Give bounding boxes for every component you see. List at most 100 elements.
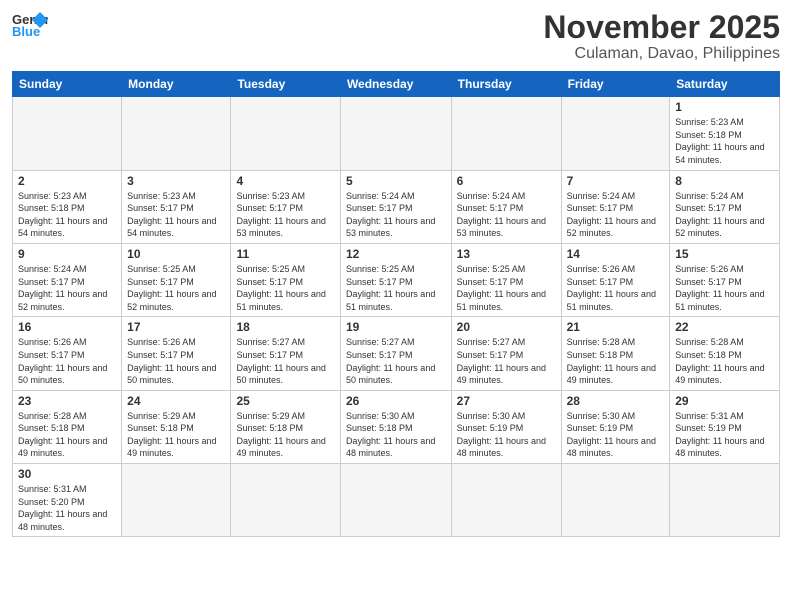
calendar-cell: 24 Sunrise: 5:29 AMSunset: 5:18 PMDaylig… (122, 390, 231, 463)
day-info: Sunrise: 5:23 AMSunset: 5:18 PMDaylight:… (18, 190, 116, 240)
day-number: 15 (675, 247, 774, 261)
day-info: Sunrise: 5:24 AMSunset: 5:17 PMDaylight:… (457, 190, 556, 240)
calendar-cell (670, 464, 780, 537)
calendar-cell: 30 Sunrise: 5:31 AMSunset: 5:20 PMDaylig… (13, 464, 122, 537)
calendar-cell: 10 Sunrise: 5:25 AMSunset: 5:17 PMDaylig… (122, 243, 231, 316)
header: General Blue November 2025 Culaman, Dava… (12, 10, 780, 63)
calendar-cell: 5 Sunrise: 5:24 AMSunset: 5:17 PMDayligh… (340, 170, 451, 243)
day-number: 28 (567, 394, 665, 408)
day-info: Sunrise: 5:23 AMSunset: 5:17 PMDaylight:… (236, 190, 334, 240)
calendar-cell: 3 Sunrise: 5:23 AMSunset: 5:17 PMDayligh… (122, 170, 231, 243)
svg-text:Blue: Blue (12, 24, 40, 38)
calendar-row: 2 Sunrise: 5:23 AMSunset: 5:18 PMDayligh… (13, 170, 780, 243)
calendar-cell (122, 464, 231, 537)
day-number: 10 (127, 247, 225, 261)
calendar-cell (122, 97, 231, 170)
day-number: 29 (675, 394, 774, 408)
day-number: 26 (346, 394, 446, 408)
day-number: 20 (457, 320, 556, 334)
day-info: Sunrise: 5:30 AMSunset: 5:19 PMDaylight:… (567, 410, 665, 460)
calendar-cell: 29 Sunrise: 5:31 AMSunset: 5:19 PMDaylig… (670, 390, 780, 463)
calendar-cell: 4 Sunrise: 5:23 AMSunset: 5:17 PMDayligh… (231, 170, 340, 243)
calendar-cell (451, 97, 561, 170)
calendar-cell: 22 Sunrise: 5:28 AMSunset: 5:18 PMDaylig… (670, 317, 780, 390)
day-number: 13 (457, 247, 556, 261)
calendar-cell (231, 464, 340, 537)
day-info: Sunrise: 5:29 AMSunset: 5:18 PMDaylight:… (236, 410, 334, 460)
day-number: 14 (567, 247, 665, 261)
day-info: Sunrise: 5:31 AMSunset: 5:20 PMDaylight:… (18, 483, 116, 533)
day-info: Sunrise: 5:28 AMSunset: 5:18 PMDaylight:… (675, 336, 774, 386)
day-number: 22 (675, 320, 774, 334)
page: General Blue November 2025 Culaman, Dava… (0, 0, 792, 612)
day-info: Sunrise: 5:26 AMSunset: 5:17 PMDaylight:… (567, 263, 665, 313)
day-number: 25 (236, 394, 334, 408)
day-number: 17 (127, 320, 225, 334)
day-number: 23 (18, 394, 116, 408)
day-number: 19 (346, 320, 446, 334)
calendar-cell: 1 Sunrise: 5:23 AMSunset: 5:18 PMDayligh… (670, 97, 780, 170)
calendar-cell: 15 Sunrise: 5:26 AMSunset: 5:17 PMDaylig… (670, 243, 780, 316)
header-saturday: Saturday (670, 72, 780, 97)
calendar-row: 23 Sunrise: 5:28 AMSunset: 5:18 PMDaylig… (13, 390, 780, 463)
day-number: 4 (236, 174, 334, 188)
day-number: 12 (346, 247, 446, 261)
day-info: Sunrise: 5:26 AMSunset: 5:17 PMDaylight:… (18, 336, 116, 386)
header-tuesday: Tuesday (231, 72, 340, 97)
day-info: Sunrise: 5:26 AMSunset: 5:17 PMDaylight:… (675, 263, 774, 313)
calendar-cell: 2 Sunrise: 5:23 AMSunset: 5:18 PMDayligh… (13, 170, 122, 243)
calendar-cell: 25 Sunrise: 5:29 AMSunset: 5:18 PMDaylig… (231, 390, 340, 463)
day-info: Sunrise: 5:28 AMSunset: 5:18 PMDaylight:… (567, 336, 665, 386)
day-number: 24 (127, 394, 225, 408)
header-wednesday: Wednesday (340, 72, 451, 97)
day-info: Sunrise: 5:25 AMSunset: 5:17 PMDaylight:… (457, 263, 556, 313)
calendar-cell: 16 Sunrise: 5:26 AMSunset: 5:17 PMDaylig… (13, 317, 122, 390)
day-info: Sunrise: 5:31 AMSunset: 5:19 PMDaylight:… (675, 410, 774, 460)
calendar-cell: 13 Sunrise: 5:25 AMSunset: 5:17 PMDaylig… (451, 243, 561, 316)
calendar-cell (340, 97, 451, 170)
day-info: Sunrise: 5:23 AMSunset: 5:17 PMDaylight:… (127, 190, 225, 240)
day-info: Sunrise: 5:24 AMSunset: 5:17 PMDaylight:… (346, 190, 446, 240)
day-number: 6 (457, 174, 556, 188)
day-info: Sunrise: 5:25 AMSunset: 5:17 PMDaylight:… (127, 263, 225, 313)
calendar-cell: 26 Sunrise: 5:30 AMSunset: 5:18 PMDaylig… (340, 390, 451, 463)
calendar-cell (561, 97, 670, 170)
day-info: Sunrise: 5:27 AMSunset: 5:17 PMDaylight:… (236, 336, 334, 386)
day-number: 5 (346, 174, 446, 188)
calendar: Sunday Monday Tuesday Wednesday Thursday… (12, 71, 780, 537)
calendar-cell: 19 Sunrise: 5:27 AMSunset: 5:17 PMDaylig… (340, 317, 451, 390)
calendar-cell: 11 Sunrise: 5:25 AMSunset: 5:17 PMDaylig… (231, 243, 340, 316)
calendar-cell: 12 Sunrise: 5:25 AMSunset: 5:17 PMDaylig… (340, 243, 451, 316)
day-info: Sunrise: 5:25 AMSunset: 5:17 PMDaylight:… (346, 263, 446, 313)
day-info: Sunrise: 5:23 AMSunset: 5:18 PMDaylight:… (675, 116, 774, 166)
day-number: 8 (675, 174, 774, 188)
calendar-row: 16 Sunrise: 5:26 AMSunset: 5:17 PMDaylig… (13, 317, 780, 390)
calendar-cell: 21 Sunrise: 5:28 AMSunset: 5:18 PMDaylig… (561, 317, 670, 390)
calendar-cell: 9 Sunrise: 5:24 AMSunset: 5:17 PMDayligh… (13, 243, 122, 316)
day-info: Sunrise: 5:30 AMSunset: 5:18 PMDaylight:… (346, 410, 446, 460)
calendar-row: 9 Sunrise: 5:24 AMSunset: 5:17 PMDayligh… (13, 243, 780, 316)
day-number: 2 (18, 174, 116, 188)
calendar-cell: 7 Sunrise: 5:24 AMSunset: 5:17 PMDayligh… (561, 170, 670, 243)
calendar-cell (451, 464, 561, 537)
day-number: 18 (236, 320, 334, 334)
logo: General Blue (12, 10, 48, 38)
day-info: Sunrise: 5:26 AMSunset: 5:17 PMDaylight:… (127, 336, 225, 386)
day-info: Sunrise: 5:29 AMSunset: 5:18 PMDaylight:… (127, 410, 225, 460)
calendar-cell: 8 Sunrise: 5:24 AMSunset: 5:17 PMDayligh… (670, 170, 780, 243)
calendar-row: 30 Sunrise: 5:31 AMSunset: 5:20 PMDaylig… (13, 464, 780, 537)
calendar-cell: 27 Sunrise: 5:30 AMSunset: 5:19 PMDaylig… (451, 390, 561, 463)
day-info: Sunrise: 5:25 AMSunset: 5:17 PMDaylight:… (236, 263, 334, 313)
header-friday: Friday (561, 72, 670, 97)
header-thursday: Thursday (451, 72, 561, 97)
day-info: Sunrise: 5:27 AMSunset: 5:17 PMDaylight:… (346, 336, 446, 386)
day-info: Sunrise: 5:24 AMSunset: 5:17 PMDaylight:… (675, 190, 774, 240)
day-number: 7 (567, 174, 665, 188)
header-monday: Monday (122, 72, 231, 97)
calendar-cell (340, 464, 451, 537)
calendar-cell: 23 Sunrise: 5:28 AMSunset: 5:18 PMDaylig… (13, 390, 122, 463)
calendar-cell (13, 97, 122, 170)
calendar-cell: 17 Sunrise: 5:26 AMSunset: 5:17 PMDaylig… (122, 317, 231, 390)
calendar-row: 1 Sunrise: 5:23 AMSunset: 5:18 PMDayligh… (13, 97, 780, 170)
day-number: 21 (567, 320, 665, 334)
